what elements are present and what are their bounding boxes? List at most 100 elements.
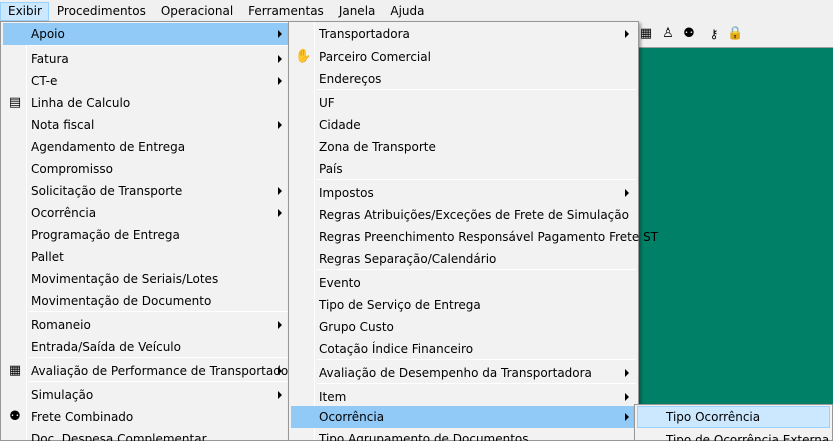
menu-item-cotacao-indice-financeiro[interactable]: Cotação Índice Financeiro [291,338,636,360]
menu-item-regras-atribuicoes-excecoes-de-frete-de-simulacao[interactable]: Regras Atribuições/Exceções de Frete de … [291,204,636,226]
menu-item-movimentacao-de-seriais-lotes[interactable]: Movimentação de Seriais/Lotes [3,268,289,290]
menu-item-label: Apoio [31,27,65,41]
menu-item-label: Programação de Entrega [31,228,180,242]
menu-item-label: Ocorrência [319,410,385,424]
menu-item-tipo-de-ocorrencia-externa[interactable]: Tipo de Ocorrência Externa [637,429,830,441]
menu-exibir[interactable]: Exibir [0,1,49,21]
menu-item-label: Parceiro Comercial [319,50,431,64]
menu-item-avaliacao-de-performance-de-transportadora[interactable]: ▦ Avaliação de Performance de Transportad… [3,360,301,382]
menu-item-evento[interactable]: Evento [291,272,636,294]
calculator-icon: ▤ [8,95,22,110]
menu-item-label: Agendamento de Entrega [31,140,186,154]
menu-item-ocorrencia[interactable]: Ocorrência [291,406,636,428]
menu-item-label: Linha de Calculo [31,96,131,110]
lock-icon[interactable]: 🔒 [727,26,743,42]
menu-separator [317,89,636,90]
menu-item-tipo-agrupamento-de-documentos[interactable]: Tipo Agrupamento de Documentos [291,428,636,441]
menu-item-fatura[interactable]: Fatura [3,48,289,70]
submenu-arrow-icon [278,55,282,63]
menu-separator [29,381,289,382]
menu-item-programacao-de-entrega[interactable]: Programação de Entrega [3,224,289,246]
menu-item-regras-preenchimento-responsavel-pagamento-frete-st[interactable]: Regras Preenchimento Responsável Pagamen… [291,226,658,248]
menu-item-avaliacao-de-desempenho-da-transportadora[interactable]: Avaliação de Desempenho da Transportador… [291,362,636,384]
menu-item-uf[interactable]: UF [291,92,636,114]
submenu-arrow-icon [278,187,282,195]
menu-item-label: Impostos [319,186,374,200]
menu-item-label: UF [319,96,335,110]
menu-item-ct-e[interactable]: CT-e [3,70,289,92]
menu-item-entrada-saida-de-veiculo[interactable]: Entrada/Saída de Veículo [3,336,289,358]
menu-item-doc-despesa-complementar[interactable]: Doc. Despesa Complementar [3,428,289,441]
menu-item-zona-de-transporte[interactable]: Zona de Transporte [291,136,636,158]
menu-item-ocorrencia[interactable]: Ocorrência [3,202,289,224]
submenu-arrow-icon [278,321,282,329]
menu-item-label: CT-e [31,74,58,88]
menu-bar: Exibir Procedimentos Operacional Ferrame… [0,0,833,21]
menu-item-romaneio[interactable]: Romaneio [3,314,289,336]
menu-item-label: Doc. Despesa Complementar [31,432,207,441]
menu-janela[interactable]: Janela [331,2,383,21]
menu-item-solicitacao-de-transporte[interactable]: Solicitação de Transporte [3,180,289,202]
menu-item-label: Grupo Custo [319,320,394,334]
people-icon[interactable]: ⚉ [681,26,697,42]
menu-item-simulacao[interactable]: Simulação [3,384,289,406]
person-icon[interactable]: ♙ [660,26,676,42]
handshake-icon: ✋ [295,49,312,64]
menu-separator [317,269,636,270]
menu-operacional[interactable]: Operacional [153,2,240,21]
menu-item-cidade[interactable]: Cidade [291,114,636,136]
submenu-arrow-icon [278,209,282,217]
submenu-arrow-icon [625,393,629,401]
menu-item-label: Tipo Ocorrência [666,410,761,424]
menu-item-label: Compromisso [31,162,113,176]
menu-item-label: Avaliação de Desempenho da Transportador… [319,366,592,380]
ocorrencia-submenu: Tipo Ocorrência Tipo de Ocorrência Extern… [634,404,833,441]
menu-item-pallet[interactable]: Pallet [3,246,289,268]
menu-separator [317,359,636,360]
menu-item-label: Regras Atribuições/Exceções de Frete de … [319,208,629,222]
menu-item-label: Nota fiscal [31,118,95,132]
menu-item-grupo-custo[interactable]: Grupo Custo [291,316,636,338]
menu-item-movimentacao-de-documento[interactable]: Movimentação de Documento [3,290,289,312]
menu-separator [29,357,289,358]
submenu-arrow-icon [625,369,629,377]
menu-item-impostos[interactable]: Impostos [291,182,636,204]
menu-item-linha-de-calculo[interactable]: ▤ Linha de Calculo [3,92,289,114]
menu-item-enderecos[interactable]: Endereços [291,68,636,90]
menu-item-tipo-ocorrencia[interactable]: Tipo Ocorrência [637,406,830,428]
grid-icon[interactable]: ▦ [638,26,654,42]
menu-item-regras-separacao-calendario[interactable]: Regras Separação/Calendário [291,248,636,270]
menu-item-label: Cidade [319,118,361,132]
menu-item-label: Avaliação de Performance de Transportado… [31,364,301,378]
toolbar: ▦ ♙ ⚉ ⚷ 🔒 [635,21,833,48]
menu-item-agendamento-de-entrega[interactable]: Agendamento de Entrega [3,136,289,158]
menu-procedimentos[interactable]: Procedimentos [49,2,153,21]
menu-item-label: Endereços [319,72,382,86]
menu-item-label: Romaneio [31,318,91,332]
submenu-arrow-icon [278,77,282,85]
menu-ferramentas[interactable]: Ferramentas [240,2,331,21]
submenu-arrow-icon [625,413,629,421]
menu-item-label: Movimentação de Seriais/Lotes [31,272,219,286]
submenu-arrow-icon [278,30,282,38]
submenu-arrow-icon [278,391,282,399]
menu-item-nota-fiscal[interactable]: Nota fiscal [3,114,289,136]
menu-item-pais[interactable]: País [291,158,636,180]
menu-item-parceiro-comercial[interactable]: ✋ Parceiro Comercial [291,46,636,68]
menu-separator [29,45,289,46]
menu-item-apoio[interactable]: Apoio [3,23,289,45]
menu-separator [317,383,636,384]
menu-item-compromisso[interactable]: Compromisso [3,158,289,180]
menu-item-item[interactable]: Item [291,386,636,408]
menu-item-label: Tipo de Ocorrência Externa [666,433,830,441]
workspace [635,48,833,441]
menu-ajuda[interactable]: Ajuda [382,2,431,21]
menu-item-tipo-de-servico-de-entrega[interactable]: Tipo de Serviço de Entrega [291,294,636,316]
menu-item-frete-combinado[interactable]: ⚉ Frete Combinado [3,406,289,428]
menu-item-label: Tipo Agrupamento de Documentos [319,432,529,441]
menu-separator [317,179,636,180]
key-icon[interactable]: ⚷ [705,26,723,42]
menu-item-transportadora[interactable]: Transportadora [291,23,636,45]
menu-separator [29,311,289,312]
chart-icon: ▦ [8,363,22,378]
